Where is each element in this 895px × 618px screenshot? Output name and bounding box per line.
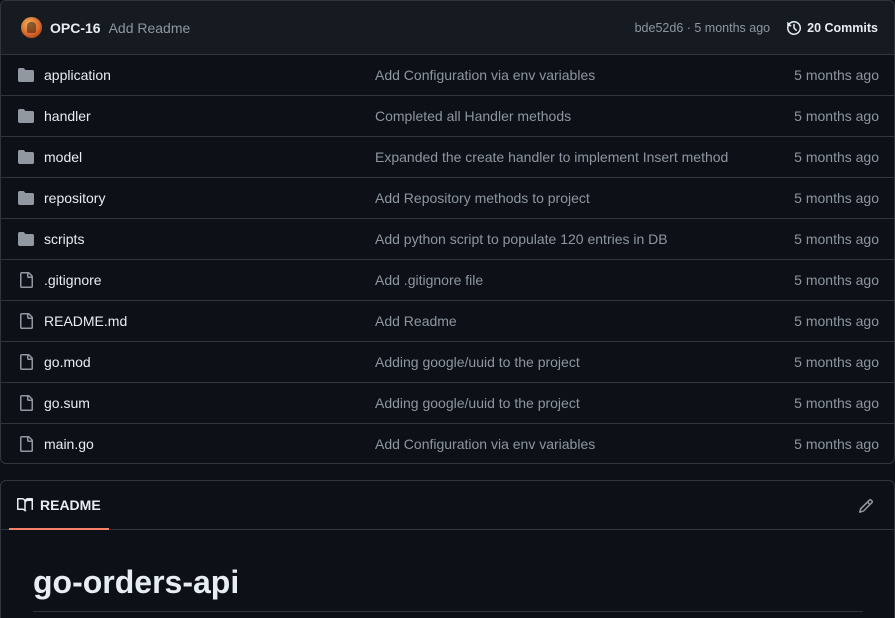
folder-row[interactable]: application Add Configuration via env var…: [1, 55, 894, 96]
commit-age: 5 months ago: [794, 149, 879, 165]
readme-panel: README go-orders-api: [0, 480, 895, 618]
file-name-link[interactable]: README.md: [44, 313, 127, 329]
commit-message-link[interactable]: Adding google/uuid to the project: [375, 395, 761, 411]
file-list: application Add Configuration via env var…: [1, 55, 894, 463]
commit-message-link[interactable]: Add python script to populate 120 entrie…: [375, 231, 761, 247]
commit-age: 5 months ago: [794, 313, 879, 329]
readme-content: go-orders-api: [1, 564, 894, 612]
file-icon: [20, 395, 33, 411]
file-row[interactable]: .gitignore Add .gitignore file 5 months ag…: [1, 260, 894, 301]
file-icon: [20, 354, 33, 370]
commits-count-label: 20 Commits: [807, 20, 878, 35]
commit-message-link[interactable]: Completed all Handler methods: [375, 108, 761, 124]
file-name-link[interactable]: scripts: [44, 231, 84, 247]
folder-row[interactable]: model Expanded the create handler to impl…: [1, 137, 894, 178]
file-name-link[interactable]: application: [44, 67, 111, 83]
latest-commit-header: OPC-16 Add Readme bde52d6 · 5 months ago…: [1, 1, 894, 55]
commit-message-link[interactable]: Expanded the create handler to implement…: [375, 149, 761, 165]
file-row[interactable]: main.go Add Configuration via env variabl…: [1, 424, 894, 463]
avatar[interactable]: [21, 17, 42, 38]
file-name-link[interactable]: .gitignore: [44, 272, 102, 288]
folder-row[interactable]: scripts Add python script to populate 120…: [1, 219, 894, 260]
commit-author-link[interactable]: OPC-16: [50, 20, 101, 36]
file-icon: [20, 272, 33, 288]
commit-message-link[interactable]: Add Readme: [375, 313, 761, 329]
readme-tab-label: README: [40, 496, 101, 513]
book-icon: [17, 497, 33, 512]
file-browser: OPC-16 Add Readme bde52d6 · 5 months ago…: [0, 0, 895, 464]
folder-icon: [18, 109, 34, 123]
commits-history-link[interactable]: 20 Commits: [786, 20, 878, 36]
file-name-link[interactable]: go.sum: [44, 395, 90, 411]
folder-row[interactable]: repository Add Repository methods to proj…: [1, 178, 894, 219]
file-name-link[interactable]: go.mod: [44, 354, 91, 370]
latest-commit-message[interactable]: Add Readme: [109, 20, 191, 36]
folder-icon: [18, 232, 34, 246]
commit-age: 5 months ago: [794, 354, 879, 370]
commit-age: 5 months ago: [794, 67, 879, 83]
history-icon: [787, 20, 802, 35]
commit-message-link[interactable]: Add Configuration via env variables: [375, 436, 761, 452]
file-icon: [20, 313, 33, 329]
file-row[interactable]: go.sum Adding google/uuid to the project 5…: [1, 383, 894, 424]
folder-icon: [18, 150, 34, 164]
commit-age: 5 months ago: [794, 190, 879, 206]
folder-icon: [18, 191, 34, 205]
file-icon: [20, 436, 33, 452]
commit-message-link[interactable]: Add .gitignore file: [375, 272, 761, 288]
commit-message-link[interactable]: Adding google/uuid to the project: [375, 354, 761, 370]
commit-message-link[interactable]: Add Repository methods to project: [375, 190, 761, 206]
commit-message-link[interactable]: Add Configuration via env variables: [375, 67, 761, 83]
commit-age: 5 months ago: [794, 108, 879, 124]
commit-age: 5 months ago: [794, 436, 879, 452]
folder-icon: [18, 68, 34, 82]
readme-title: go-orders-api: [33, 564, 863, 612]
edit-readme-button[interactable]: [858, 498, 874, 517]
folder-row[interactable]: handler Completed all Handler methods 5 mo…: [1, 96, 894, 137]
commit-age: 5 months ago: [794, 272, 879, 288]
file-name-link[interactable]: repository: [44, 190, 105, 206]
file-row[interactable]: README.md Add Readme 5 months ago: [1, 301, 894, 342]
readme-tab[interactable]: README: [9, 481, 109, 530]
pencil-icon: [858, 498, 874, 513]
readme-header: README: [1, 481, 894, 530]
commit-age: 5 months ago: [794, 395, 879, 411]
file-name-link[interactable]: main.go: [44, 436, 94, 452]
file-row[interactable]: go.mod Adding google/uuid to the project 5…: [1, 342, 894, 383]
file-name-link[interactable]: model: [44, 149, 82, 165]
commit-age: 5 months ago: [794, 231, 879, 247]
commit-hash-and-time[interactable]: bde52d6 · 5 months ago: [635, 21, 771, 35]
file-name-link[interactable]: handler: [44, 108, 91, 124]
